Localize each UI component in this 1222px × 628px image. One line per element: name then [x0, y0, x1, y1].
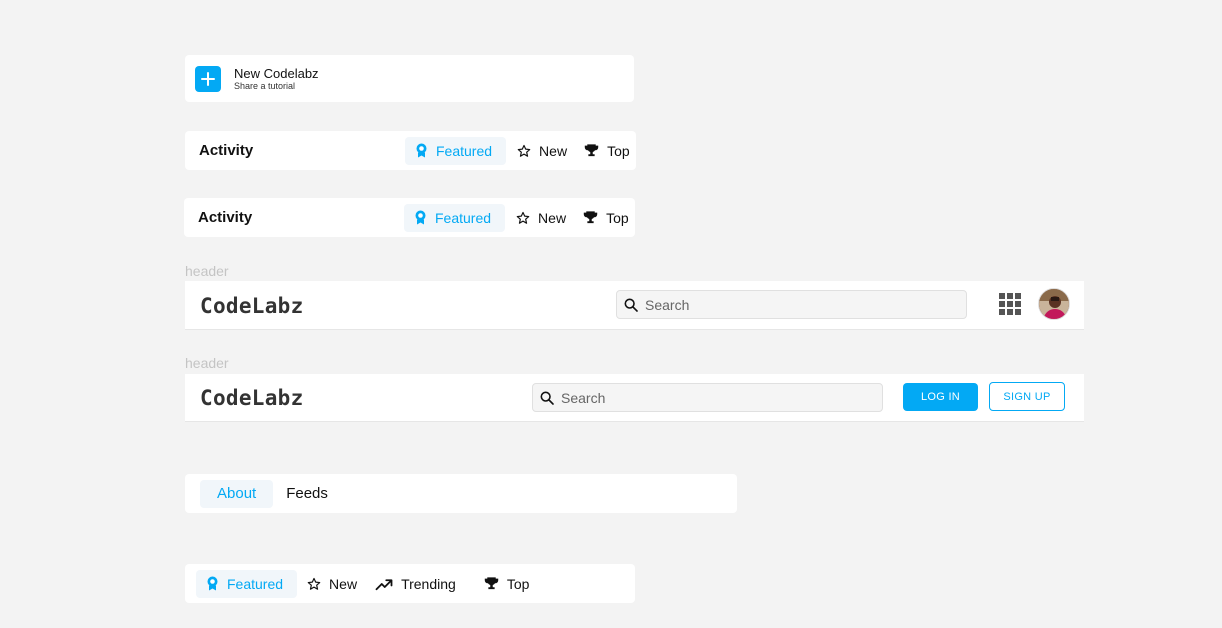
- new-codelabz-title: New Codelabz: [234, 65, 319, 81]
- tab-label: Featured: [435, 209, 492, 226]
- section-label: header: [185, 355, 229, 371]
- plus-icon[interactable]: [195, 65, 221, 92]
- header-logged-in: CodeLabz Search: [185, 281, 1084, 330]
- trophy-icon: [584, 144, 599, 157]
- tab-label: Top: [506, 575, 530, 592]
- activity-bar: Activity Featured New Top: [184, 198, 635, 237]
- tab-featured[interactable]: Featured: [196, 569, 298, 598]
- new-codelabz-card[interactable]: New Codelabz Share a tutorial: [185, 55, 634, 102]
- tab-label: Featured: [436, 142, 493, 159]
- signup-button[interactable]: SIGN UP: [989, 382, 1065, 411]
- featured-badge-icon: [416, 143, 427, 158]
- logo[interactable]: CodeLabz: [200, 294, 304, 318]
- activity-title: Activity: [198, 209, 253, 226]
- tab-label: Trending: [401, 575, 456, 592]
- star-outline-icon: [307, 577, 321, 590]
- tab-top[interactable]: Top: [577, 204, 635, 232]
- logo[interactable]: CodeLabz: [200, 386, 304, 410]
- tab-trending[interactable]: Trending: [369, 570, 462, 598]
- tab-label: Top: [606, 209, 629, 226]
- trophy-icon: [583, 211, 598, 224]
- tab-feeds[interactable]: Feeds: [273, 480, 345, 508]
- featured-badge-icon: [415, 210, 426, 225]
- search-input[interactable]: Search: [532, 383, 883, 412]
- search-placeholder: Search: [645, 296, 690, 313]
- tab-label: New: [538, 209, 567, 226]
- feed-filter-bar: Featured New Trending Top: [185, 564, 635, 603]
- tab-new[interactable]: New: [511, 137, 573, 165]
- trending-up-icon: [375, 578, 393, 590]
- tab-about[interactable]: About: [200, 479, 274, 508]
- section-label: header: [185, 263, 229, 279]
- tab-top[interactable]: Top: [578, 137, 636, 165]
- search-input[interactable]: Search: [616, 290, 967, 319]
- tab-label: New: [539, 142, 568, 159]
- featured-badge-icon: [207, 576, 218, 591]
- profile-tabs-bar: About Feeds: [185, 474, 737, 513]
- search-icon: [624, 298, 638, 312]
- star-outline-icon: [517, 144, 531, 157]
- search-placeholder: Search: [561, 389, 606, 406]
- tab-label: Featured: [227, 575, 284, 592]
- new-codelabz-subtitle: Share a tutorial: [234, 80, 296, 91]
- tab-label: Top: [607, 142, 630, 159]
- tab-new[interactable]: New: [301, 570, 363, 598]
- activity-title: Activity: [199, 142, 254, 159]
- search-icon: [540, 391, 554, 405]
- apps-grid-icon[interactable]: [999, 293, 1021, 315]
- tab-top[interactable]: Top: [478, 570, 536, 598]
- tab-featured[interactable]: Featured: [404, 203, 506, 232]
- activity-bar: Activity Featured New Top: [185, 131, 636, 170]
- tab-featured[interactable]: Featured: [405, 136, 507, 165]
- tab-new[interactable]: New: [510, 204, 572, 232]
- star-outline-icon: [516, 211, 530, 224]
- login-button[interactable]: LOG IN: [903, 383, 978, 411]
- trophy-icon: [484, 577, 499, 590]
- user-avatar[interactable]: [1038, 288, 1070, 320]
- tab-label: New: [329, 575, 358, 592]
- header-logged-out: CodeLabz Search LOG IN SIGN UP: [185, 374, 1084, 422]
